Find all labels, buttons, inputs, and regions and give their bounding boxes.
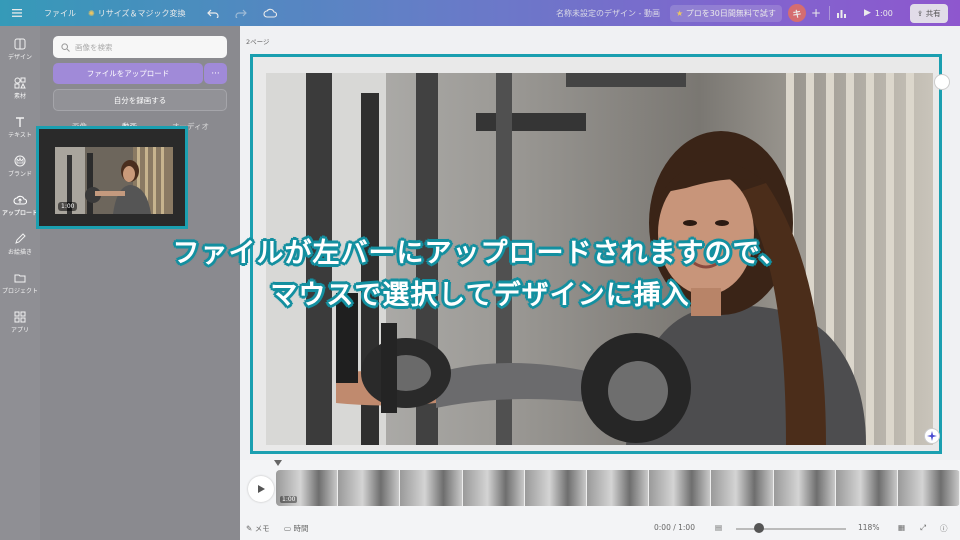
play-preview-button[interactable]: ▶ 1:00 xyxy=(864,0,893,26)
timer-icon: ▭ xyxy=(284,524,292,533)
bar-chart-icon[interactable] xyxy=(836,0,847,26)
help-icon[interactable]: ⓘ xyxy=(940,523,948,534)
grid-view-icon[interactable]: ▦ xyxy=(898,523,905,532)
play-icon xyxy=(258,485,265,493)
clip-duration-badge: 1:00 xyxy=(280,496,298,503)
time-readout: 0:00 / 1:00 xyxy=(654,523,695,532)
avatar[interactable]: キ xyxy=(788,0,806,26)
avatar-initial: キ xyxy=(788,4,806,22)
timer-label: 時間 xyxy=(293,524,309,533)
upload-more-button[interactable]: ··· xyxy=(204,63,227,84)
upload-cloud-icon xyxy=(13,195,27,205)
search-icon xyxy=(61,42,70,52)
search-input[interactable]: 画像を検索 xyxy=(53,36,227,58)
bottom-bar: ✎ メモ ▭ 時間 0:00 / 1:00 ▤ 118% ▦ ⤢ ⓘ xyxy=(240,518,960,540)
rail-label: デザイン xyxy=(7,54,32,61)
plus-icon[interactable]: + xyxy=(811,0,821,26)
fullscreen-icon[interactable]: ⤢ xyxy=(920,523,926,533)
upload-file-button[interactable]: ファイルをアップロード xyxy=(53,63,203,84)
page-label: 2ページ xyxy=(246,38,270,46)
share-icon: ⇪ xyxy=(917,8,924,18)
timeline-play-button[interactable] xyxy=(248,476,274,502)
filmstrip-icon[interactable]: ▤ xyxy=(715,523,722,532)
video-clip-strip[interactable] xyxy=(276,470,960,506)
notes-icon: ✎ xyxy=(246,524,253,533)
timer-button[interactable]: ▭ 時間 xyxy=(284,523,308,534)
pro-trial-label: プロを30日間無料で試す xyxy=(685,8,776,18)
rail-label: アップロード xyxy=(1,210,38,217)
clip-frame xyxy=(338,470,401,506)
clip-frame xyxy=(400,470,463,506)
file-menu[interactable]: ファイル xyxy=(44,0,76,26)
divider xyxy=(829,6,830,20)
clip-frame xyxy=(586,470,650,506)
resize-magic-button[interactable]: ✺ リサイズ＆マジック変換 xyxy=(88,0,185,26)
cloud-icon[interactable] xyxy=(263,0,277,26)
resize-label: リサイズ＆マジック変換 xyxy=(97,8,186,18)
clip-frame xyxy=(462,470,525,506)
zoom-slider-track[interactable] xyxy=(736,528,846,530)
magic-assist-icon[interactable] xyxy=(924,428,940,444)
sparkle-icon: ✺ xyxy=(88,8,95,18)
rail-item-upload[interactable]: アップロード xyxy=(0,194,40,217)
crown-icon xyxy=(14,155,26,167)
rail-item-apps[interactable]: アプリ xyxy=(0,311,40,334)
search-placeholder: 画像を検索 xyxy=(75,42,113,52)
rail-label: アプリ xyxy=(10,327,29,334)
caption-line-2: マウスで選択してデザインに挿入 xyxy=(270,280,690,311)
redo-icon[interactable] xyxy=(235,0,247,26)
rail-item-elements[interactable]: 素材 xyxy=(0,77,40,100)
clip-frame xyxy=(897,470,960,506)
undo-icon[interactable] xyxy=(207,0,219,26)
zoom-level[interactable]: 118% xyxy=(858,523,879,532)
uploaded-video-highlight[interactable]: 1:00 xyxy=(36,126,188,229)
layout-icon xyxy=(14,38,26,50)
hamburger-icon[interactable] xyxy=(12,0,22,26)
notes-label: メモ xyxy=(254,524,270,533)
caption-line-1: ファイルが左バーにアップロードされますので、 xyxy=(172,238,788,269)
grid-icon xyxy=(14,311,26,323)
clip-frame xyxy=(773,470,836,506)
rail-item-text[interactable]: テキスト xyxy=(0,116,40,139)
pro-trial-button[interactable]: ★ プロを30日間無料で試す xyxy=(670,0,782,26)
top-bar: ファイル ✺ リサイズ＆マジック変換 名称未設定のデザイン - 動画 ★ プロを… xyxy=(0,0,960,26)
star-icon: ★ xyxy=(676,8,684,18)
timeline: 1:00 xyxy=(240,460,960,518)
rail-label: テキスト xyxy=(8,132,32,139)
play-duration: 1:00 xyxy=(874,8,893,18)
video-duration-badge: 1:00 xyxy=(58,202,78,211)
rail-label: 素材 xyxy=(13,93,26,100)
playhead-marker[interactable] xyxy=(274,460,282,468)
notes-button[interactable]: ✎ メモ xyxy=(246,523,270,534)
share-label: 共有 xyxy=(925,8,941,18)
rail-item-brand[interactable]: ブランド xyxy=(0,155,40,178)
clip-frame xyxy=(649,470,712,506)
rail-label: ブランド xyxy=(7,171,32,178)
clip-frame xyxy=(835,470,898,506)
share-button[interactable]: ⇪ 共有 xyxy=(910,0,948,26)
comment-icon[interactable] xyxy=(934,74,950,90)
design-title[interactable]: 名称未設定のデザイン - 動画 xyxy=(556,0,660,26)
uploaded-video-thumbnail[interactable]: 1:00 xyxy=(55,147,173,214)
text-icon xyxy=(16,117,24,127)
shapes-icon xyxy=(14,77,26,89)
zoom-slider-knob[interactable] xyxy=(754,523,764,533)
play-icon: ▶ xyxy=(864,8,871,18)
record-yourself-button[interactable]: 自分を録画する xyxy=(53,89,227,111)
clip-frame xyxy=(524,470,587,506)
clip-frame xyxy=(711,470,774,506)
rail-item-design[interactable]: デザイン xyxy=(0,38,40,61)
